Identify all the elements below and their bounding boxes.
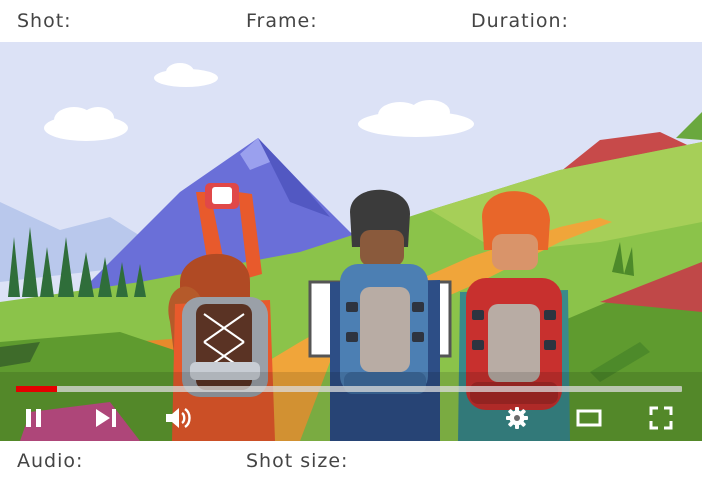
audio-label: Audio: [17,450,84,472]
next-button[interactable] [92,404,120,432]
theater-mode-icon [576,409,602,427]
fullscreen-button[interactable] [647,404,675,432]
play-pause-button[interactable] [20,404,48,432]
fullscreen-icon [649,406,673,430]
volume-icon [166,408,191,428]
metadata-bottom-row: Audio: Shot size: [0,441,702,479]
settings-button[interactable] [503,404,531,432]
shot-label: Shot: [17,10,72,32]
progress-bar-fill [16,386,58,392]
skip-next-icon [96,409,116,427]
video-frame-illustration [0,42,702,441]
gear-icon [506,407,528,429]
pause-icon [26,409,41,427]
theater-mode-button[interactable] [575,404,603,432]
progress-bar[interactable] [16,386,682,392]
volume-button[interactable] [164,404,192,432]
frame-label: Frame: [246,10,318,32]
video-card: Shot: Frame: Duration: Audio: Shot size: [0,0,702,479]
video-player[interactable] [0,42,702,441]
shot-size-label: Shot size: [246,450,349,472]
duration-label: Duration: [471,10,569,32]
metadata-top-row: Shot: Frame: Duration: [0,0,702,42]
